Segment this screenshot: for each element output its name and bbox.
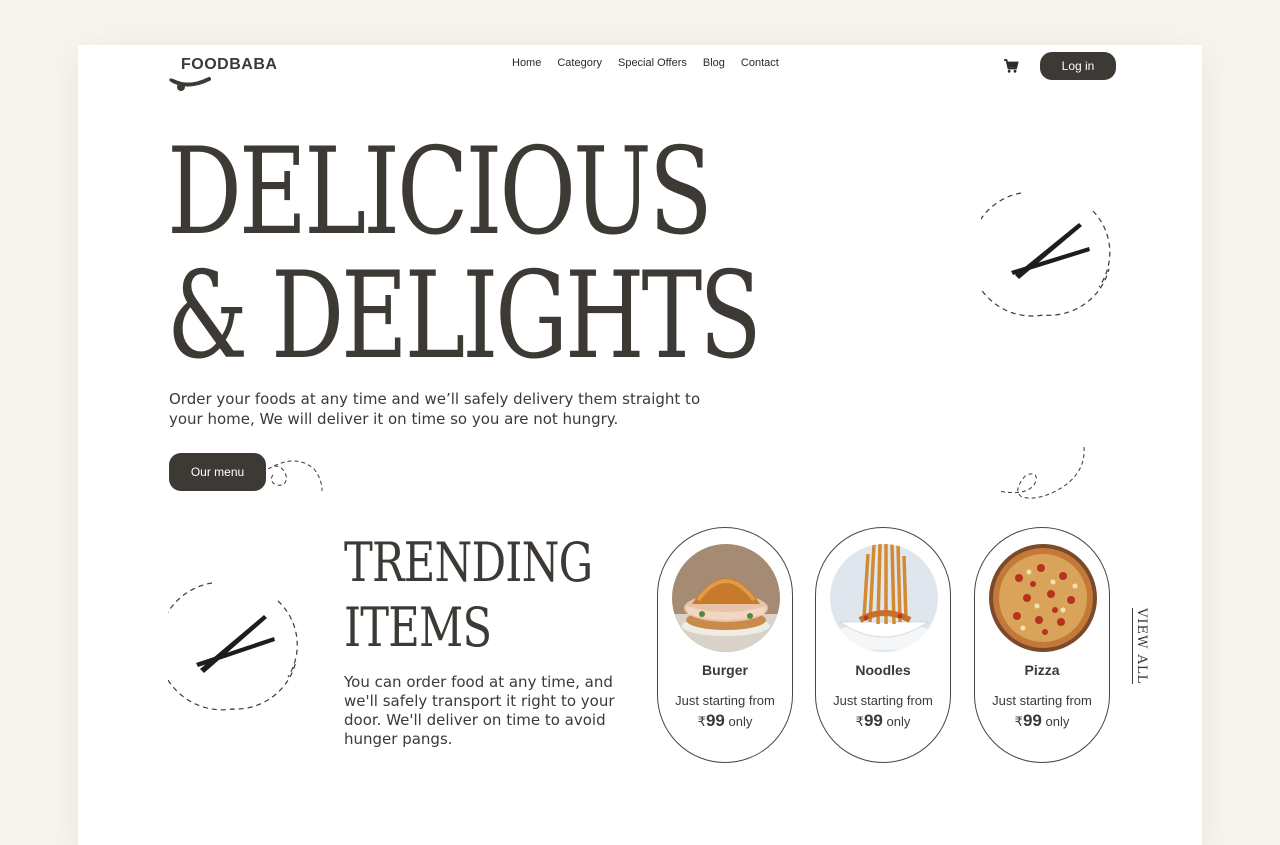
card-price: ₹99 only bbox=[816, 711, 950, 731]
cart-icon[interactable] bbox=[1003, 58, 1019, 74]
landing-page: FOODBABA Home Category Special Offers Bl… bbox=[78, 45, 1202, 845]
trending-card-noodles[interactable]: Noodles Just starting from ₹99 only bbox=[815, 527, 951, 763]
trending-card-burger[interactable]: Burger Just starting from ₹99 only bbox=[657, 527, 793, 763]
price-suffix: only bbox=[728, 714, 753, 729]
price-suffix: only bbox=[886, 714, 911, 729]
price-suffix: only bbox=[1045, 714, 1070, 729]
our-menu-button[interactable]: Our menu bbox=[169, 453, 266, 491]
currency-symbol: ₹ bbox=[855, 714, 864, 729]
noodles-image bbox=[830, 544, 938, 652]
chopsticks-icon bbox=[981, 192, 1111, 317]
card-price: ₹99 only bbox=[975, 711, 1109, 731]
view-all-link[interactable]: VIEW ALL bbox=[1132, 608, 1149, 685]
dashed-squiggle-decoration bbox=[997, 446, 1085, 499]
card-price: ₹99 only bbox=[658, 711, 792, 731]
nav-home[interactable]: Home bbox=[512, 57, 541, 69]
card-from-label: Just starting from bbox=[992, 693, 1092, 708]
currency-symbol: ₹ bbox=[1014, 714, 1023, 729]
burger-image bbox=[672, 544, 780, 652]
dashed-loop-decoration bbox=[267, 460, 323, 492]
pizza-image bbox=[989, 544, 1097, 652]
card-from-label: Just starting from bbox=[833, 693, 933, 708]
chopsticks-icon-left bbox=[168, 582, 298, 711]
price-value: 99 bbox=[1022, 711, 1042, 730]
nav-category[interactable]: Category bbox=[557, 57, 602, 69]
brand-logo[interactable]: FOODBABA bbox=[169, 55, 281, 93]
trending-title-line1: TRENDING bbox=[344, 531, 593, 594]
nav-special-offers[interactable]: Special Offers bbox=[618, 57, 687, 69]
nav-contact[interactable]: Contact bbox=[741, 57, 779, 69]
trending-description: You can order food at any time, and we'l… bbox=[344, 673, 615, 748]
brand-name: FOODBABA bbox=[181, 56, 278, 73]
nav-blog[interactable]: Blog bbox=[703, 57, 725, 69]
currency-symbol: ₹ bbox=[697, 714, 706, 729]
main-nav: Home Category Special Offers Blog Contac… bbox=[512, 57, 779, 69]
login-button[interactable]: Log in bbox=[1040, 52, 1116, 80]
trending-title-line2: ITEMS bbox=[344, 596, 492, 659]
card-title: Pizza bbox=[1024, 662, 1060, 678]
hero-title-line1: DELICIOUS bbox=[167, 123, 713, 262]
hero-subtitle: Order your foods at any time and we’ll s… bbox=[169, 390, 701, 428]
card-title: Burger bbox=[702, 662, 748, 678]
card-from-label: Just starting from bbox=[675, 693, 775, 708]
card-title: Noodles bbox=[855, 662, 911, 678]
trending-card-pizza[interactable]: Pizza Just starting from ₹99 only bbox=[974, 527, 1110, 763]
price-value: 99 bbox=[705, 711, 725, 730]
price-value: 99 bbox=[863, 711, 883, 730]
hero-title-line2: & DELIGHTS bbox=[167, 247, 762, 386]
